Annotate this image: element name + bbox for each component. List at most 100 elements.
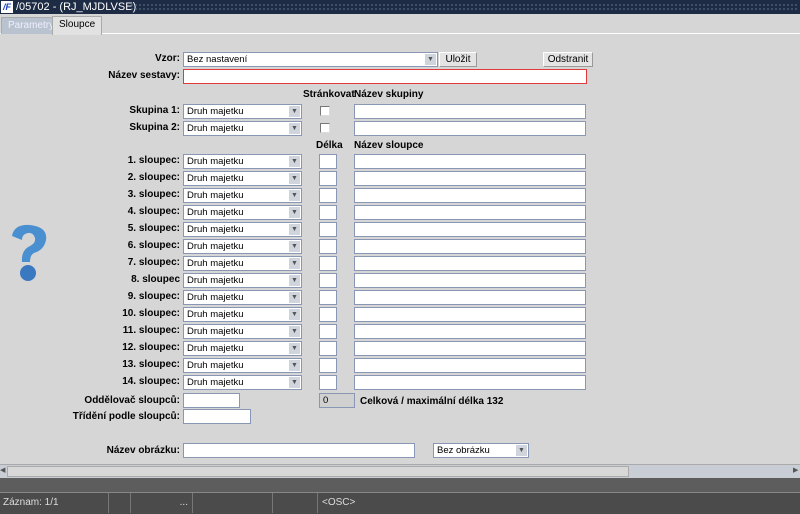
column-select[interactable]: Druh majetku ▼	[183, 256, 302, 271]
chevron-down-icon[interactable]: ▼	[289, 326, 300, 337]
column-name-input[interactable]	[354, 375, 586, 390]
column-select[interactable]: Druh majetku ▼	[183, 375, 302, 390]
chevron-down-icon[interactable]: ▼	[289, 106, 300, 117]
obrazek-input[interactable]	[183, 443, 415, 458]
vzor-label: Vzor:	[155, 53, 180, 64]
group-label: Skupina 2:	[129, 122, 180, 133]
column-select[interactable]: Druh majetku ▼	[183, 290, 302, 305]
chevron-down-icon[interactable]: ▼	[289, 207, 300, 218]
column-select-value: Druh majetku	[187, 326, 244, 337]
column-length-input[interactable]	[319, 239, 337, 254]
obrazek-select[interactable]: Bez obrázku ▼	[433, 443, 529, 458]
chevron-down-icon[interactable]: ▼	[289, 360, 300, 371]
column-name-input[interactable]	[354, 273, 586, 288]
column-select[interactable]: Druh majetku ▼	[183, 222, 302, 237]
delete-button[interactable]: Odstranit	[543, 52, 593, 67]
chevron-down-icon[interactable]: ▼	[289, 292, 300, 303]
column-length-input[interactable]	[319, 171, 337, 186]
column-name-input[interactable]	[354, 205, 586, 220]
column-select-value: Druh majetku	[187, 156, 244, 167]
column-length-input[interactable]	[319, 290, 337, 305]
save-button[interactable]: Uložit	[439, 52, 477, 67]
column-length-input[interactable]	[319, 154, 337, 169]
scrollbar-thumb[interactable]	[7, 466, 629, 477]
column-length-input[interactable]	[319, 256, 337, 271]
column-select[interactable]: Druh majetku ▼	[183, 273, 302, 288]
column-length-input[interactable]	[319, 307, 337, 322]
scroll-left-icon[interactable]: ◀	[0, 466, 7, 477]
column-label: 12. sloupec:	[122, 342, 180, 353]
column-label: 3. sloupec:	[127, 189, 180, 200]
app-logo-icon: /F	[1, 1, 13, 13]
group-select[interactable]: Druh majetku ▼	[183, 104, 302, 119]
column-label: 9. sloupec:	[127, 291, 180, 302]
column-select-value: Druh majetku	[187, 377, 244, 388]
column-select[interactable]: Druh majetku ▼	[183, 188, 302, 203]
chevron-down-icon[interactable]: ▼	[289, 343, 300, 354]
nazev-sestavy-input[interactable]	[183, 69, 587, 84]
column-name-input[interactable]	[354, 358, 586, 373]
column-label: 11. sloupec:	[122, 325, 180, 336]
column-select[interactable]: Druh majetku ▼	[183, 358, 302, 373]
column-select[interactable]: Druh majetku ▼	[183, 205, 302, 220]
chevron-down-icon[interactable]: ▼	[289, 156, 300, 167]
column-select[interactable]: Druh majetku ▼	[183, 154, 302, 169]
chevron-down-icon[interactable]: ▼	[289, 258, 300, 269]
column-name-input[interactable]	[354, 290, 586, 305]
column-name-input[interactable]	[354, 341, 586, 356]
column-name-input[interactable]	[354, 171, 586, 186]
column-label: 14. sloupec:	[122, 376, 180, 387]
column-length-input[interactable]	[319, 324, 337, 339]
chevron-down-icon[interactable]: ▼	[289, 309, 300, 320]
title-bar-grip	[130, 3, 798, 11]
chevron-down-icon[interactable]: ▼	[289, 377, 300, 388]
chevron-down-icon[interactable]: ▼	[516, 445, 527, 456]
horizontal-scrollbar[interactable]: ◀ ▶	[0, 464, 800, 478]
chevron-down-icon[interactable]: ▼	[289, 241, 300, 252]
column-name-input[interactable]	[354, 307, 586, 322]
trideni-input[interactable]	[183, 409, 251, 424]
column-name-input[interactable]	[354, 154, 586, 169]
column-length-input[interactable]	[319, 358, 337, 373]
column-name-input[interactable]	[354, 188, 586, 203]
group-name-input[interactable]	[354, 104, 586, 119]
column-name-input[interactable]	[354, 239, 586, 254]
column-label: 10. sloupec:	[122, 308, 180, 319]
page-break-checkbox[interactable]	[320, 123, 330, 133]
scroll-right-icon[interactable]: ▶	[793, 466, 800, 477]
page-break-checkbox[interactable]	[320, 106, 330, 116]
column-select-value: Druh majetku	[187, 309, 244, 320]
chevron-down-icon[interactable]: ▼	[289, 123, 300, 134]
column-length-input[interactable]	[319, 273, 337, 288]
column-select[interactable]: Druh majetku ▼	[183, 171, 302, 186]
column-length-input[interactable]	[319, 188, 337, 203]
column-length-input[interactable]	[319, 375, 337, 390]
column-label: 1. sloupec:	[127, 155, 180, 166]
column-select[interactable]: Druh majetku ▼	[183, 324, 302, 339]
message-bar	[0, 478, 800, 492]
column-name-input[interactable]	[354, 222, 586, 237]
help-question-icon[interactable]	[6, 222, 52, 284]
oddelovac-input[interactable]	[183, 393, 240, 408]
column-select[interactable]: Druh majetku ▼	[183, 307, 302, 322]
column-length-input[interactable]	[319, 205, 337, 220]
column-length-input[interactable]	[319, 341, 337, 356]
group-name-input[interactable]	[354, 121, 586, 136]
status-bar: Záznam: 1/1 ... <OSC>	[0, 492, 800, 514]
column-select[interactable]: Druh majetku ▼	[183, 239, 302, 254]
chevron-down-icon[interactable]: ▼	[289, 190, 300, 201]
column-length-input[interactable]	[319, 222, 337, 237]
column-select[interactable]: Druh majetku ▼	[183, 341, 302, 356]
chevron-down-icon[interactable]: ▼	[289, 173, 300, 184]
celkova-delka-label: Celková / maximální délka 132	[360, 396, 504, 407]
trideni-label: Třídění podle sloupců:	[72, 411, 180, 422]
chevron-down-icon[interactable]: ▼	[425, 54, 436, 65]
column-name-input[interactable]	[354, 324, 586, 339]
column-name-input[interactable]	[354, 256, 586, 271]
vzor-select[interactable]: Bez nastavení ▼	[183, 52, 438, 67]
chevron-down-icon[interactable]: ▼	[289, 275, 300, 286]
group-select[interactable]: Druh majetku ▼	[183, 121, 302, 136]
tab-sloupce[interactable]: Sloupce	[52, 16, 103, 35]
chevron-down-icon[interactable]: ▼	[289, 224, 300, 235]
obrazek-label: Název obrázku:	[106, 445, 180, 456]
